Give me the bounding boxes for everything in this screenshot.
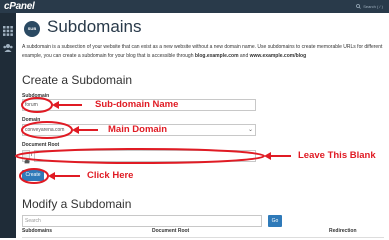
create-arrowhead-mark — [48, 172, 55, 180]
docroot-arrowhead-mark — [264, 152, 271, 160]
subdomain-circle-mark — [21, 97, 53, 113]
domain-circle-mark — [21, 121, 73, 139]
docroot-circle-mark — [15, 148, 265, 164]
annotation-overlay — [15, 97, 291, 184]
annotation-domain: Main Domain — [108, 124, 168, 135]
annotation-docroot: Leave This Blank — [298, 150, 376, 161]
subdomain-arrowhead-mark — [52, 101, 59, 109]
annotation-subdomain: Sub-domain Name — [95, 99, 179, 110]
domain-arrowhead-mark — [72, 126, 79, 134]
create-circle-mark — [19, 168, 49, 184]
annotation-create: Click Here — [87, 170, 134, 181]
